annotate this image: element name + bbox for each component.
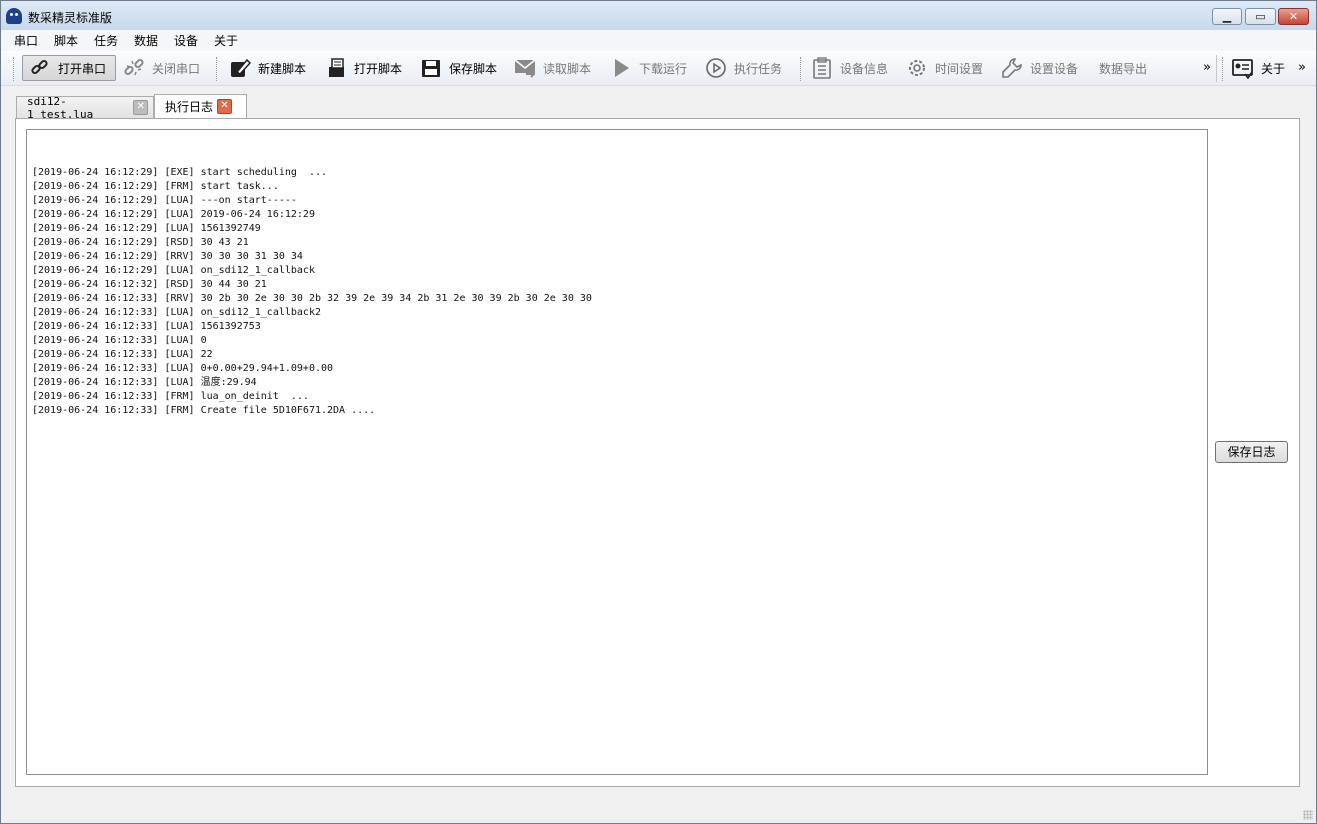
menu-data[interactable]: 数据 (134, 32, 158, 49)
gear-icon (906, 57, 928, 79)
toolbar-overflow-chevron[interactable]: » (1203, 60, 1211, 75)
close-port-button[interactable]: 关闭串口 (123, 55, 200, 81)
log-line: [2019-06-24 16:12:33] [LUA] 1561392753 (32, 321, 261, 332)
about-label: 关于 (1261, 61, 1286, 76)
execute-task-label: 执行任务 (734, 61, 783, 76)
toolbar-overflow-chevron-2[interactable]: » (1298, 60, 1306, 75)
unlink-icon (123, 57, 145, 79)
maximize-icon: ▭ (1255, 10, 1266, 23)
log-textarea[interactable]: [2019-06-24 16:12:29] [EXE] start schedu… (26, 129, 1208, 775)
menu-script[interactable]: 脚本 (54, 32, 78, 49)
log-line: [2019-06-24 16:12:33] [LUA] 0 (32, 335, 207, 346)
log-line: [2019-06-24 16:12:33] [LUA] 温度:29.94 (32, 377, 257, 388)
tab-script-file[interactable]: sdi12-1_test.lua ✕ (16, 94, 154, 121)
new-script-label: 新建脚本 (258, 61, 307, 76)
save-log-button[interactable]: 保存日志 (1215, 441, 1288, 463)
id-card-icon (1232, 57, 1254, 79)
toolbar-grip-4[interactable] (1222, 57, 1226, 81)
save-disk-icon (420, 57, 442, 79)
log-line: [2019-06-24 16:12:29] [LUA] 1561392749 (32, 223, 261, 234)
device-info-label: 设备信息 (840, 61, 889, 76)
menu-device[interactable]: 设备 (174, 32, 198, 49)
app-window: 数采精灵标准版 ▁ ▭ ✕ 串口 脚本 任务 数据 设备 关于 打开串口 关闭串… (0, 0, 1317, 824)
minimize-button[interactable]: ▁ (1212, 8, 1242, 25)
toolbar-grip-2[interactable] (216, 57, 220, 81)
set-device-label: 设置设备 (1030, 61, 1079, 76)
title-bar: 数采精灵标准版 ▁ ▭ ✕ (1, 1, 1316, 30)
menu-task[interactable]: 任务 (94, 32, 118, 49)
download-run-button[interactable]: 下载运行 (610, 55, 687, 81)
tab-script-file-label: sdi12-1_test.lua (27, 94, 94, 121)
close-port-label: 关闭串口 (152, 61, 201, 76)
clipboard-icon (811, 57, 833, 79)
resize-grip-icon[interactable] (1303, 810, 1313, 820)
data-export-button[interactable]: 数据导出 (1099, 55, 1147, 81)
log-line: [2019-06-24 16:12:29] [FRM] start task..… (32, 181, 279, 192)
open-script-button[interactable]: 打开脚本 (325, 55, 402, 81)
log-line: [2019-06-24 16:12:29] [EXE] start schedu… (32, 167, 328, 178)
window-title: 数采精灵标准版 (28, 11, 113, 25)
menu-about[interactable]: 关于 (214, 32, 238, 49)
log-line: [2019-06-24 16:12:33] [RRV] 30 2b 30 2e … (32, 293, 592, 304)
save-script-label: 保存脚本 (449, 61, 498, 76)
log-line: [2019-06-24 16:12:33] [LUA] 0+0.00+29.94… (32, 363, 334, 374)
log-line: [2019-06-24 16:12:32] [RSD] 30 44 30 21 (32, 279, 267, 290)
time-settings-button[interactable]: 时间设置 (906, 55, 983, 81)
execute-task-button[interactable]: 执行任务 (705, 55, 782, 81)
log-line: [2019-06-24 16:12:29] [LUA] 2019-06-24 1… (32, 209, 315, 220)
about-button[interactable]: 关于 (1232, 55, 1285, 81)
device-info-button[interactable]: 设备信息 (811, 55, 888, 81)
close-tab-icon[interactable]: ✕ (133, 100, 148, 115)
log-line: [2019-06-24 16:12:33] [FRM] lua_on_deini… (32, 391, 309, 402)
toolbar-grip[interactable] (13, 57, 17, 81)
save-script-button[interactable]: 保存脚本 (420, 55, 497, 81)
open-port-label: 打开串口 (58, 61, 107, 76)
time-settings-label: 时间设置 (935, 61, 984, 76)
tab-execution-log[interactable]: 执行日志 ✕ (154, 94, 247, 118)
link-icon (29, 57, 51, 79)
open-file-icon (325, 57, 347, 79)
open-script-label: 打开脚本 (354, 61, 403, 76)
log-line: [2019-06-24 16:12:29] [LUA] ---on start-… (32, 195, 297, 206)
play-circle-icon (705, 57, 727, 79)
tab-execution-log-label: 执行日志 (165, 100, 214, 114)
close-window-button[interactable]: ✕ (1278, 8, 1309, 25)
maximize-button[interactable]: ▭ (1245, 8, 1276, 25)
toolbar-grip-3[interactable] (800, 57, 804, 81)
menu-serial[interactable]: 串口 (14, 32, 38, 49)
app-ghost-icon (6, 8, 22, 24)
new-script-button[interactable]: 新建脚本 (229, 55, 306, 81)
minimize-icon: ▁ (1222, 10, 1232, 23)
data-export-label: 数据导出 (1099, 61, 1148, 76)
download-run-label: 下载运行 (639, 61, 688, 76)
set-device-button[interactable]: 设置设备 (1001, 55, 1078, 81)
wrench-icon (1001, 57, 1023, 79)
read-script-label: 读取脚本 (543, 61, 592, 76)
log-line: [2019-06-24 16:12:29] [LUA] on_sdi12_1_c… (32, 265, 315, 276)
log-line: [2019-06-24 16:12:33] [LUA] 22 (32, 349, 213, 360)
close-tab-icon[interactable]: ✕ (217, 99, 233, 114)
mail-arrow-icon (514, 57, 536, 79)
log-line: [2019-06-24 16:12:33] [FRM] Create file … (32, 405, 376, 416)
close-icon: ✕ (1288, 10, 1299, 23)
edit-pen-icon (229, 57, 251, 79)
log-lines: [2019-06-24 16:12:29] [EXE] start schedu… (32, 152, 592, 446)
play-icon (610, 57, 632, 79)
toolbar: 打开串口 关闭串口 新建脚本 打开脚本 保存脚本 读取脚本 下载运行 执行任务 … (1, 51, 1316, 86)
status-bar (1, 795, 1316, 823)
menu-bar: 串口 脚本 任务 数据 设备 关于 (1, 30, 1316, 51)
log-line: [2019-06-24 16:12:33] [LUA] on_sdi12_1_c… (32, 307, 321, 318)
read-script-button[interactable]: 读取脚本 (514, 55, 591, 81)
toolbar-separator (1216, 55, 1217, 82)
open-port-button[interactable]: 打开串口 (22, 55, 116, 81)
log-line: [2019-06-24 16:12:29] [RRV] 30 30 30 31 … (32, 251, 303, 262)
log-line: [2019-06-24 16:12:29] [RSD] 30 43 21 (32, 237, 249, 248)
